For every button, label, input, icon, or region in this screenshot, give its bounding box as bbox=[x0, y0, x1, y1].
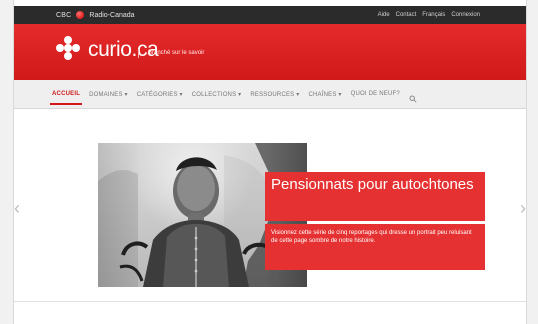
nav-item-quoi-de-neuf[interactable]: QUOI DE NEUF? bbox=[351, 91, 400, 97]
source-text: Radio-Canada bbox=[89, 11, 135, 19]
top-link-3[interactable]: Français bbox=[422, 12, 445, 18]
nav-items: ACCUEIL DOMAINES ▾ CATÉGORIES ▾ COLLECTI… bbox=[49, 80, 417, 108]
carousel-prev-icon[interactable]: ‹ bbox=[14, 199, 20, 217]
hero-description: Visionnez cette série de cinq reportages… bbox=[271, 230, 472, 244]
nav-item-chaines[interactable]: CHAÎNES ▾ bbox=[308, 91, 341, 98]
top-bar: CBC Radio-Canada Aide Contact Français C… bbox=[14, 6, 526, 24]
hero-section: ‹ › Pensionnats pour autochtones Visionn… bbox=[14, 109, 526, 299]
top-link-1[interactable]: Aide bbox=[378, 12, 390, 18]
nav-item-accueil[interactable]: ACCUEIL bbox=[49, 91, 83, 105]
cbc-logo-icon bbox=[76, 11, 85, 19]
top-link-4[interactable]: Connexion bbox=[451, 12, 480, 18]
nav-item-ressources[interactable]: RESSOURCES ▾ bbox=[250, 91, 299, 98]
nav-item-domaines[interactable]: DOMAINES ▾ bbox=[89, 91, 128, 98]
hero-title-box[interactable]: Pensionnats pour autochtones bbox=[265, 172, 485, 221]
search-icon[interactable] bbox=[409, 90, 417, 103]
nav-item-collections[interactable]: COLLECTIONS ▾ bbox=[192, 91, 242, 98]
curio-logo-icon[interactable] bbox=[56, 36, 80, 60]
brand-bar: CBC Radio-Canada bbox=[56, 6, 135, 24]
header-tagline: Branché sur le savoir bbox=[148, 50, 205, 56]
nav-item-categories[interactable]: CATÉGORIES ▾ bbox=[137, 91, 183, 98]
carousel-next-icon[interactable]: › bbox=[520, 199, 526, 217]
main-nav: ACCUEIL DOMAINES ▾ CATÉGORIES ▾ COLLECTI… bbox=[14, 80, 526, 109]
top-links: Aide Contact Français Connexion bbox=[378, 6, 480, 24]
header-divider bbox=[138, 49, 139, 58]
bottom-divider bbox=[14, 301, 526, 302]
hero-description-box[interactable]: Visionnez cette série de cinq reportages… bbox=[265, 224, 485, 270]
site-header: curio.ca Branché sur le savoir bbox=[14, 24, 526, 80]
top-link-2[interactable]: Contact bbox=[396, 12, 417, 18]
cbc-brand-text: CBC bbox=[56, 11, 72, 19]
page-frame: CBC Radio-Canada Aide Contact Français C… bbox=[14, 0, 526, 324]
hero-title: Pensionnats pour autochtones bbox=[271, 176, 474, 193]
